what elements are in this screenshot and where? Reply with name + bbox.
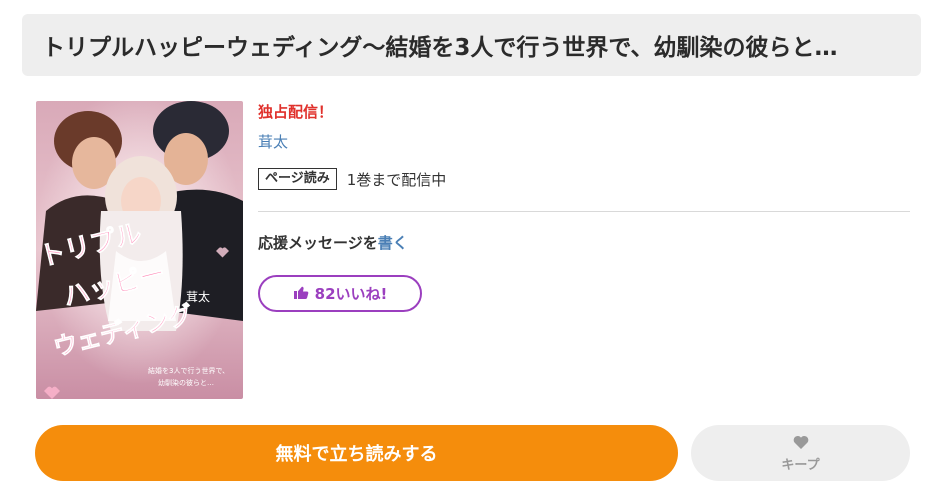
title-bar: トリプルハッピーウェディング～結婚を3人で行う世界で、幼馴染の彼らと… — [22, 14, 921, 76]
format-row: ページ読み 1巻まで配信中 — [258, 168, 446, 190]
heart-icon — [793, 434, 809, 453]
write-message-link[interactable]: 書く — [378, 234, 408, 252]
divider — [258, 211, 910, 212]
book-title: トリプルハッピーウェディング～結婚を3人で行う世界で、幼馴染の彼らと… — [42, 35, 838, 61]
likes-count: 82いいね! — [314, 285, 388, 303]
keep-label: キープ — [781, 457, 820, 473]
support-text: 応援メッセージを — [258, 234, 378, 252]
like-button[interactable]: 82いいね! — [258, 275, 422, 312]
cover-author: 茸太 — [186, 289, 210, 304]
support-message: 応援メッセージを書く — [258, 232, 408, 253]
volume-status: 1巻まで配信中 — [346, 170, 447, 189]
free-preview-label: 無料で立ち読みする — [275, 444, 438, 465]
cover-subtitle-line1: 結婚を3人で行う世界で、 — [148, 366, 229, 375]
keep-button[interactable]: キープ — [691, 425, 910, 481]
free-preview-button[interactable]: 無料で立ち読みする — [35, 425, 678, 481]
author-link[interactable]: 茸太 — [258, 131, 288, 152]
book-cover[interactable]: トリプル ハッピー ウェディング 茸太 結婚を3人で行う世界で、 幼馴染の彼らと… — [36, 101, 243, 399]
exclusive-badge: 独占配信！ — [258, 103, 334, 121]
thumbs-up-icon — [293, 284, 309, 304]
cover-art: トリプル ハッピー ウェディング 茸太 結婚を3人で行う世界で、 幼馴染の彼らと… — [36, 101, 243, 399]
cover-subtitle-line2: 幼馴染の彼らと… — [158, 378, 214, 387]
format-tag: ページ読み — [258, 168, 337, 190]
